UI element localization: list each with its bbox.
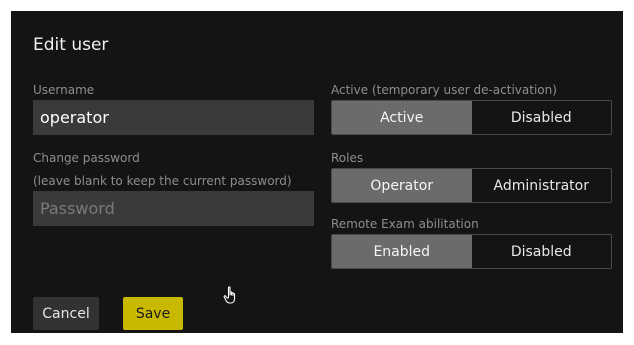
remote-exam-label: Remote Exam abilitation [331,217,479,231]
username-label: Username [33,83,95,97]
change-password-label: Change password [33,151,140,165]
roles-option-administrator[interactable]: Administrator [471,169,611,202]
dialog-title: Edit user [33,35,109,55]
cancel-button[interactable]: Cancel [33,297,99,330]
roles-toggle: Operator Administrator [331,168,612,203]
roles-option-operator[interactable]: Operator [332,169,472,202]
active-label: Active (temporary user de-activation) [331,83,557,97]
remote-exam-option-disabled[interactable]: Disabled [471,235,611,268]
password-input[interactable] [33,191,314,226]
hand-pointer-icon [223,286,236,304]
username-field[interactable]: operator [33,100,314,135]
active-option-active[interactable]: Active [332,101,472,134]
remote-exam-option-enabled[interactable]: Enabled [332,235,472,268]
active-toggle: Active Disabled [331,100,612,135]
remote-exam-toggle: Enabled Disabled [331,234,612,269]
change-password-hint: (leave blank to keep the current passwor… [33,174,292,188]
roles-label: Roles [331,151,364,165]
save-button[interactable]: Save [123,297,183,330]
edit-user-dialog: Edit user Username operator Change passw… [11,11,623,333]
active-option-disabled[interactable]: Disabled [471,101,611,134]
